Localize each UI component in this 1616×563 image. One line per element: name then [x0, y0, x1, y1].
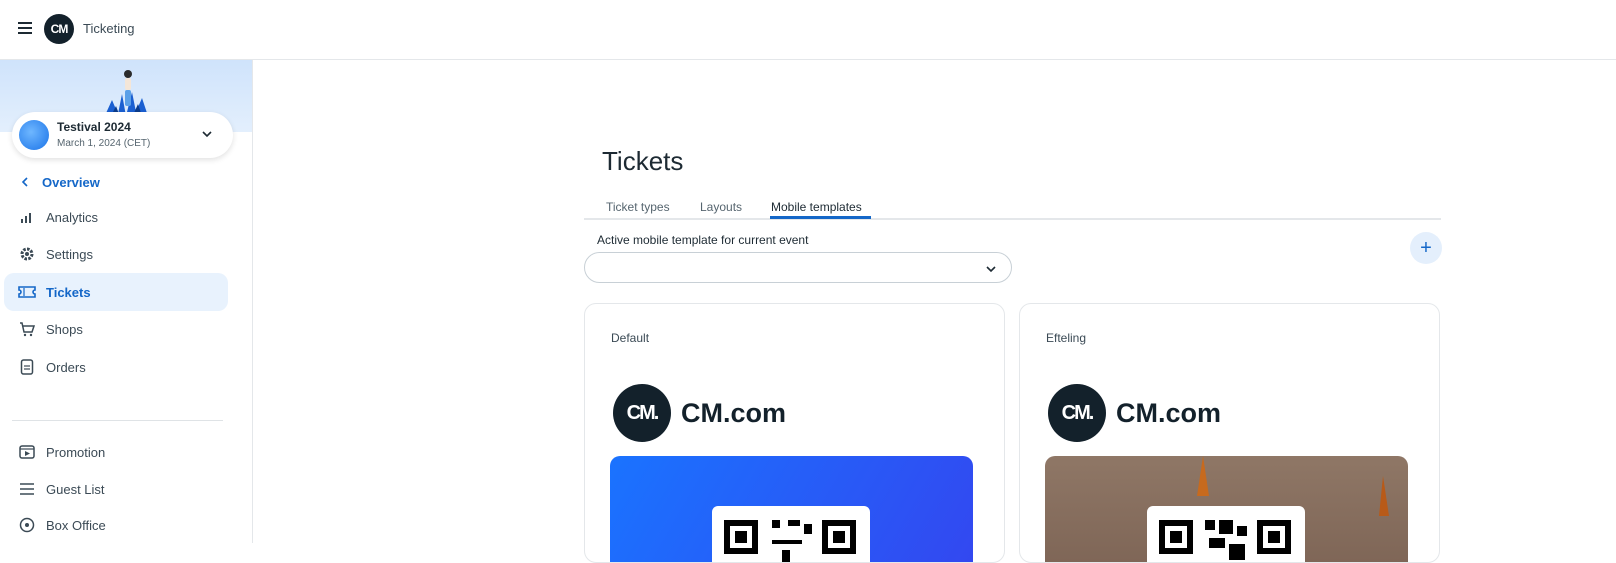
menu-icon[interactable]	[18, 22, 32, 34]
event-avatar	[19, 120, 49, 150]
top-bar: CM Ticketing	[0, 0, 1616, 60]
sidebar-item-label: Tickets	[46, 284, 91, 300]
cm-logo: CM	[44, 14, 74, 44]
template-name: Efteling	[1046, 331, 1087, 345]
sidebar-item-label: Box Office	[46, 517, 106, 533]
template-brand: CM. CM.com	[1048, 384, 1221, 442]
cm-logo: CM.	[1048, 384, 1106, 442]
app-name: Ticketing	[83, 21, 135, 36]
ticket-icon	[18, 283, 36, 301]
tab-layouts[interactable]: Layouts	[700, 200, 742, 214]
sidebar-item-orders[interactable]: Orders	[4, 348, 228, 386]
active-tab-indicator	[770, 216, 871, 219]
sidebar-item-settings[interactable]: Settings	[4, 235, 228, 273]
cm-logo: CM.	[613, 384, 671, 442]
template-preview	[1045, 456, 1408, 562]
back-to-overview[interactable]: Overview	[20, 172, 100, 192]
chevron-down-icon	[986, 266, 996, 273]
sidebar-item-label: Settings	[46, 246, 93, 262]
promotion-icon	[18, 443, 36, 461]
event-selector[interactable]: Testival 2024 March 1, 2024 (CET)	[12, 112, 233, 158]
sidebar-item-shops[interactable]: Shops	[4, 310, 228, 348]
sidebar-item-label: Analytics	[46, 209, 99, 225]
chevron-down-icon	[202, 131, 212, 138]
brand-name: CM.com	[681, 397, 787, 428]
page-title: Tickets	[602, 146, 684, 176]
template-select[interactable]	[584, 252, 1012, 283]
sidebar-item-tickets[interactable]: Tickets	[4, 273, 228, 311]
document-icon	[18, 358, 36, 376]
back-label: Overview	[42, 174, 100, 190]
sidebar-item-promotion[interactable]: Promotion	[4, 433, 228, 471]
sidebar-item-label: Orders	[46, 359, 86, 375]
cart-icon	[18, 320, 36, 338]
template-select-label: Active mobile template for current event	[597, 233, 809, 247]
tab-bar: Ticket types Layouts Mobile templates	[584, 196, 1441, 220]
gear-icon	[18, 245, 36, 263]
box-office-icon	[18, 516, 36, 534]
event-date: March 1, 2024 (CET)	[57, 138, 151, 149]
template-preview	[610, 456, 973, 562]
sidebar-item-guest-list[interactable]: Guest List	[4, 470, 228, 508]
tab-mobile-templates[interactable]: Mobile templates	[771, 200, 862, 214]
sidebar-item-analytics[interactable]: Analytics	[4, 198, 228, 236]
template-card-default[interactable]: Default CM. CM.com	[584, 303, 1005, 563]
tab-ticket-types[interactable]: Ticket types	[606, 200, 670, 214]
sidebar-item-label: Shops	[46, 321, 83, 337]
bar-chart-icon	[18, 208, 36, 226]
sidebar-item-label: Promotion	[46, 444, 106, 460]
sidebar-item-box-office[interactable]: Box Office	[4, 506, 228, 543]
add-template-button[interactable]: +	[1410, 232, 1442, 264]
list-icon	[18, 480, 36, 498]
brand-name: CM.com	[1116, 397, 1222, 428]
qr-code-icon	[1147, 506, 1305, 562]
sidebar-divider	[12, 420, 223, 421]
template-card-efteling[interactable]: Efteling CM. CM.com	[1019, 303, 1440, 563]
sidebar: Testival 2024 March 1, 2024 (CET) Overvi…	[0, 60, 253, 543]
template-name: Default	[611, 331, 650, 345]
template-brand: CM. CM.com	[613, 384, 786, 442]
event-name: Testival 2024	[57, 120, 131, 134]
qr-code-icon	[712, 506, 870, 562]
chevron-left-icon	[21, 177, 28, 187]
sidebar-item-label: Guest List	[46, 481, 105, 497]
